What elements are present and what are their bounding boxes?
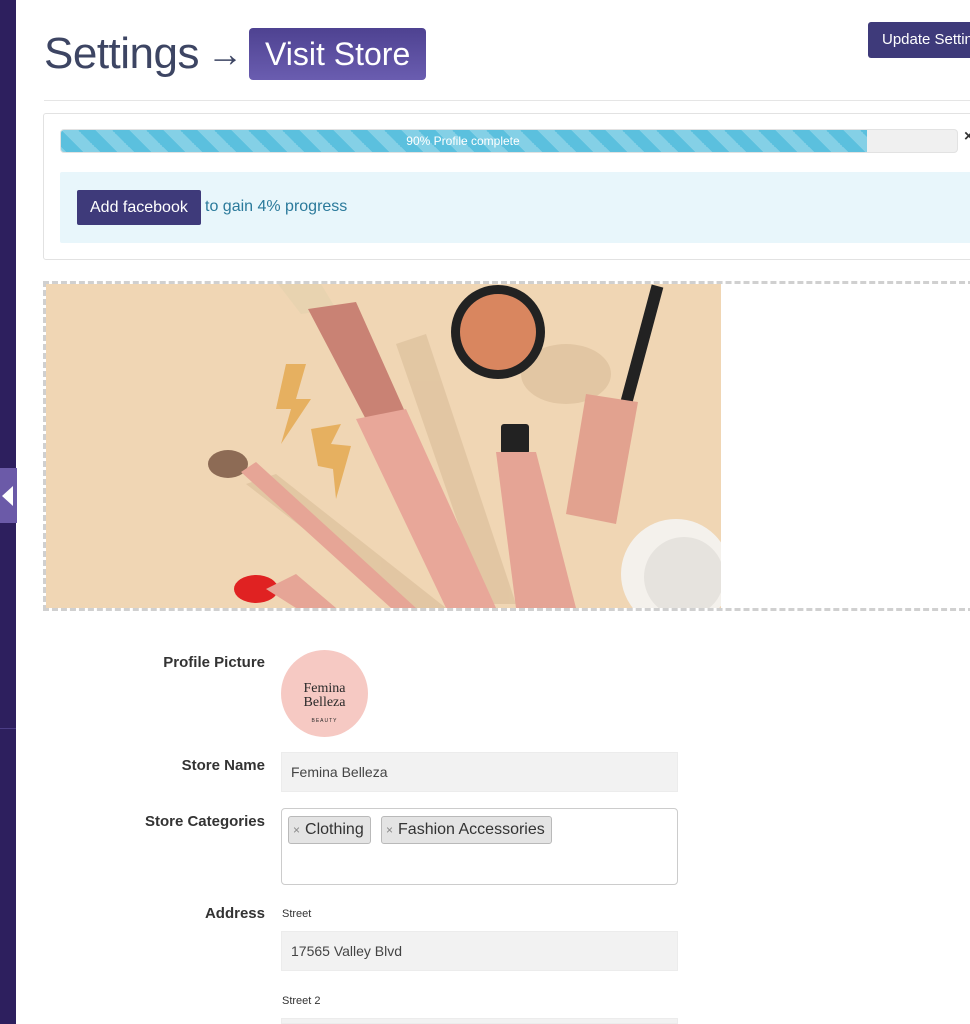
makeup-banner-illustration bbox=[46, 284, 721, 608]
store-name-input[interactable]: Femina Belleza bbox=[281, 752, 678, 792]
street2-label: Street 2 bbox=[282, 995, 321, 1007]
header-divider bbox=[44, 100, 970, 101]
street-label: Street bbox=[282, 908, 312, 920]
remove-tag-icon[interactable]: × bbox=[293, 823, 300, 837]
avatar-text-line2: Belleza bbox=[303, 695, 346, 710]
category-tag: × Fashion Accessories bbox=[381, 816, 552, 844]
add-facebook-button[interactable]: Add facebook bbox=[77, 190, 201, 225]
avatar-text-line1: Femina bbox=[303, 681, 346, 696]
store-name-label: Store Name bbox=[181, 757, 265, 774]
category-tag-label: Fashion Accessories bbox=[398, 821, 545, 838]
street2-input[interactable] bbox=[281, 1018, 678, 1024]
avatar-text-line3: BEAUTY bbox=[311, 718, 338, 724]
category-tag: × Clothing bbox=[288, 816, 371, 844]
progress-hint: Add facebook to gain 4% progress bbox=[60, 172, 970, 243]
visit-store-button[interactable]: Visit Store bbox=[248, 28, 427, 80]
sidebar-collapse-toggle[interactable] bbox=[0, 468, 17, 523]
address-label: Address bbox=[204, 905, 265, 922]
progress-hint-text: to gain 4% progress bbox=[205, 198, 348, 215]
remove-tag-icon[interactable]: × bbox=[386, 823, 393, 837]
store-categories-select[interactable]: × Clothing × Fashion Accessories bbox=[281, 808, 678, 885]
sidebar-divider bbox=[0, 728, 16, 729]
progress-label: 90% Profile complete bbox=[406, 134, 520, 148]
category-tag-label: Clothing bbox=[305, 821, 364, 838]
arrow-right-icon: → bbox=[206, 33, 243, 74]
profile-progress-panel: 90% Profile complete × Add facebook to g… bbox=[43, 113, 970, 260]
store-banner-image[interactable] bbox=[46, 284, 721, 608]
page-header: Settings → Visit Store bbox=[44, 24, 427, 84]
store-categories-label: Store Categories bbox=[144, 813, 265, 830]
close-icon[interactable]: × bbox=[964, 128, 970, 146]
profile-picture[interactable]: Femina Belleza BEAUTY bbox=[281, 650, 368, 737]
chevron-left-icon bbox=[2, 485, 13, 506]
profile-progress-bar: 90% Profile complete bbox=[60, 129, 958, 153]
street-input[interactable]: 17565 Valley Blvd bbox=[281, 931, 678, 971]
update-settings-button[interactable]: Update Settings bbox=[868, 22, 970, 58]
page-title: Settings bbox=[44, 29, 199, 78]
profile-picture-label: Profile Picture bbox=[163, 654, 265, 671]
